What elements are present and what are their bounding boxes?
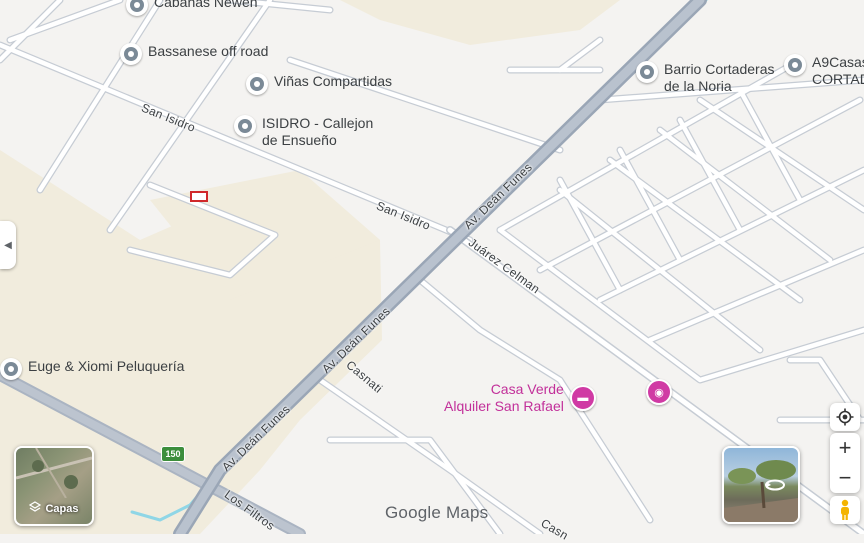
my-location-icon xyxy=(836,408,854,426)
layers-button[interactable]: Capas xyxy=(14,446,94,526)
rotate-360-icon xyxy=(765,479,785,491)
collapse-panel-button[interactable]: ◀ xyxy=(0,221,16,269)
poi-casa-verde[interactable]: Casa Verde Alquiler San Rafael ▬ xyxy=(444,381,596,415)
poi-cabanas-newen[interactable]: Cabanas Newen xyxy=(126,0,258,16)
zoom-out-button[interactable]: − xyxy=(830,463,860,493)
poi-label: Cabanas Newen xyxy=(154,0,258,10)
poi-barrio-cortaderas[interactable]: Barrio Cortaderas de la Noria xyxy=(636,61,775,95)
poi-vinas-compartidas[interactable]: Viñas Compartidas xyxy=(246,73,392,95)
poi-label: Casa Verde Alquiler San Rafael xyxy=(444,381,564,414)
camera-pin-icon[interactable]: ◉ xyxy=(646,379,672,405)
pegman-icon xyxy=(841,499,849,520)
hotel-pin-icon: ▬ xyxy=(569,385,596,411)
poi-isidro-callejon[interactable]: ISIDRO - Callejon de Ensueño xyxy=(234,115,373,149)
poi-label: ISIDRO - Callejon de Ensueño xyxy=(262,115,374,148)
layers-thumbnail xyxy=(16,448,92,499)
route-shield: 150 xyxy=(161,446,185,462)
pegman-button[interactable] xyxy=(830,496,860,524)
place-pin-icon xyxy=(636,61,658,83)
my-location-button[interactable] xyxy=(830,403,860,431)
layers-label: Capas xyxy=(16,501,92,516)
place-pin-icon xyxy=(246,73,268,95)
zoom-in-button[interactable]: + xyxy=(830,433,860,463)
poi-a9casas-cortad[interactable]: A9CasasCORTAD xyxy=(784,54,864,88)
place-pin-icon xyxy=(784,54,806,76)
poi-bassanese-off-road[interactable]: Bassanese off road xyxy=(120,43,268,65)
poi-label: Euge & Xiomi Peluquería xyxy=(28,358,185,374)
poi-label: A9CasasCORTAD xyxy=(812,54,864,87)
street-view-image xyxy=(724,460,798,522)
poi-euge-xiomi-peluqueria[interactable]: Euge & Xiomi Peluquería xyxy=(0,358,184,380)
chevron-left-icon: ◀ xyxy=(4,239,12,251)
place-pin-icon xyxy=(234,115,256,137)
google-maps-logo: Google Maps xyxy=(385,503,489,522)
poi-label: Viñas Compartidas xyxy=(274,73,393,89)
place-pin-icon xyxy=(126,0,148,16)
street-view-thumbnail[interactable] xyxy=(722,446,800,524)
zoom-controls: + − xyxy=(830,433,860,493)
place-pin-icon xyxy=(0,358,22,380)
selected-parcel-marker[interactable] xyxy=(190,191,208,202)
layers-icon xyxy=(29,501,42,516)
poi-label: Bassanese off road xyxy=(148,43,269,59)
place-pin-icon xyxy=(120,43,142,65)
poi-label: Barrio Cortaderas de la Noria xyxy=(664,61,775,94)
